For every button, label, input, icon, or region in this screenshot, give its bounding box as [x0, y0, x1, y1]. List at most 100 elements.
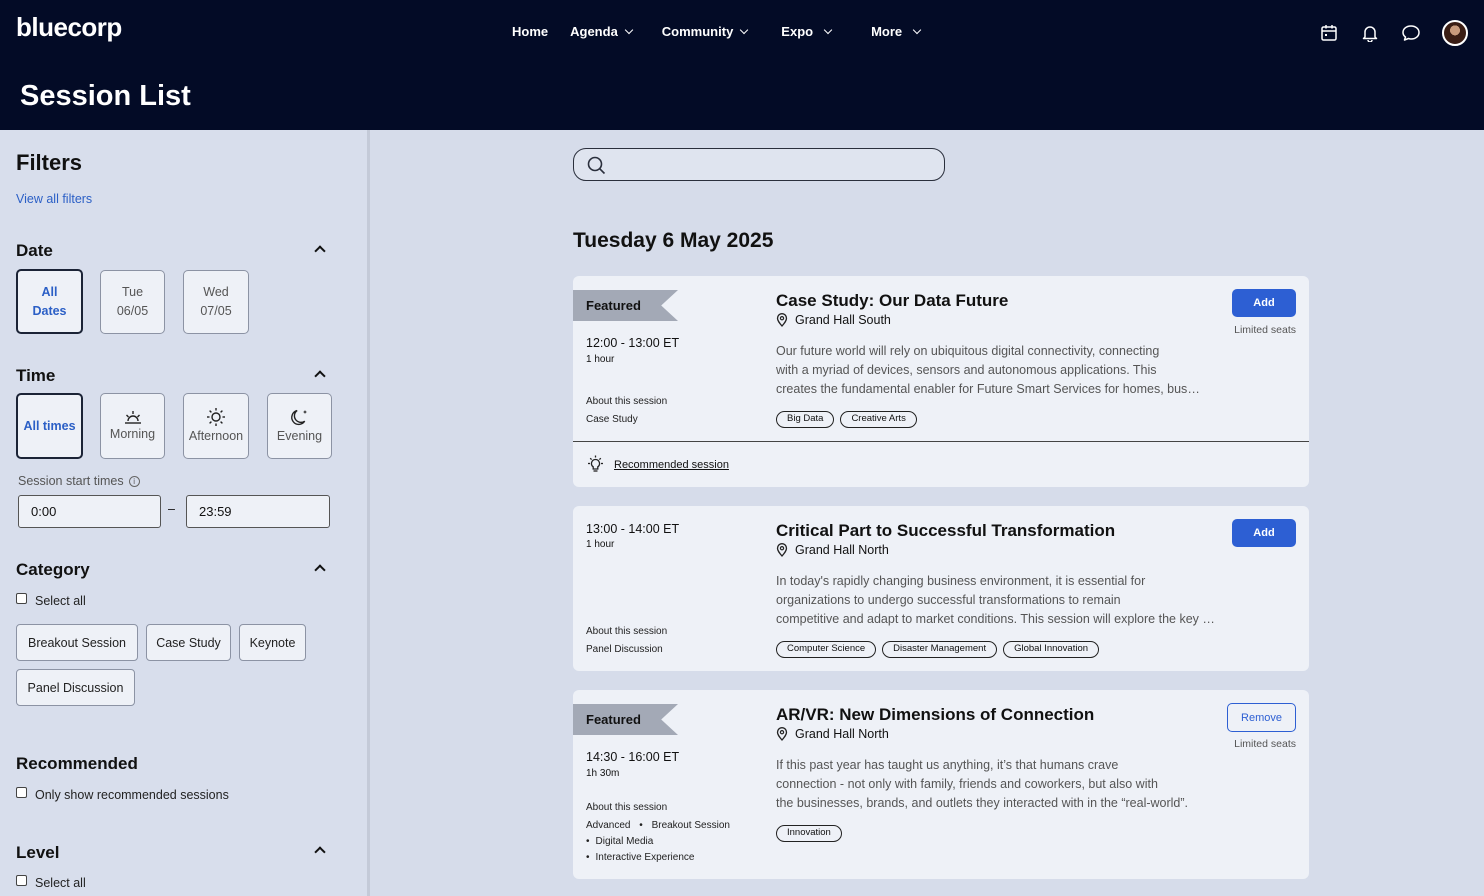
dot-separator: •: [586, 836, 590, 847]
description-line: the businesses, brands, and outlets they…: [776, 796, 1189, 810]
sun-icon: [207, 407, 225, 426]
collapse-time-icon[interactable]: [314, 370, 326, 382]
location-label: Grand Hall South: [795, 313, 891, 327]
time-range-dash: –: [168, 502, 175, 516]
session-time: 12:00 - 13:00 ET: [586, 336, 680, 350]
filters-sidebar: Filters View all filters Date All Dates …: [0, 130, 370, 896]
chat-icon[interactable]: [1398, 20, 1424, 46]
remove-session-button[interactable]: Remove: [1227, 703, 1296, 732]
topic-label: Digital Media: [595, 836, 654, 847]
collapse-level-icon[interactable]: [314, 846, 326, 858]
time-chip-label: Evening: [276, 428, 323, 443]
add-session-button[interactable]: Add: [1232, 289, 1296, 317]
session-level: Advanced: [586, 820, 631, 831]
calendar-icon[interactable]: [1316, 20, 1342, 46]
start-time-from-input[interactable]: 0:00: [18, 495, 161, 528]
session-start-text: Session start times: [18, 474, 124, 488]
recommended-row: Recommended session: [573, 441, 1309, 487]
collapse-date-icon[interactable]: [314, 245, 326, 257]
category-select-all[interactable]: Select all: [16, 592, 86, 608]
session-title[interactable]: Critical Part to Successful Transformati…: [776, 521, 1115, 541]
tag-pill[interactable]: Creative Arts: [840, 411, 917, 428]
session-description: In today's rapidly changing business env…: [776, 572, 1216, 629]
location-label: Grand Hall North: [795, 727, 889, 741]
date-heading: Tuesday 6 May 2025: [573, 229, 774, 252]
logo-text: bluecorp: [16, 12, 122, 42]
session-tags: Innovation: [776, 825, 848, 842]
description-line: competitive and adapt to market conditio…: [776, 612, 1216, 626]
dot-separator: •: [586, 852, 590, 863]
session-title[interactable]: AR/VR: New Dimensions of Connection: [776, 705, 1094, 725]
nav-expo[interactable]: Expo: [781, 24, 833, 39]
chevron-down-icon: [740, 25, 749, 35]
tag-pill[interactable]: Disaster Management: [882, 641, 998, 658]
nav-more[interactable]: More: [871, 24, 922, 39]
collapse-category-icon[interactable]: [314, 564, 326, 576]
nav-agenda[interactable]: Agenda: [570, 24, 634, 39]
select-all-label: Select all: [35, 876, 86, 890]
tag-pill[interactable]: Computer Science: [776, 641, 877, 658]
about-session-label: About this session: [586, 396, 668, 407]
time-chip-evening[interactable]: Evening: [267, 393, 332, 459]
session-time: 14:30 - 16:00 ET: [586, 750, 680, 764]
about-session-label: About this session: [586, 626, 668, 637]
recommended-session-link[interactable]: Recommended session: [614, 459, 729, 471]
time-chip-morning[interactable]: Morning: [100, 393, 165, 459]
session-duration: 1 hour: [586, 539, 615, 550]
nav-home-label: Home: [512, 24, 549, 39]
session-card[interactable]: Featured 12:00 - 13:00 ET 1 hour About t…: [573, 276, 1309, 487]
category-chip-breakout[interactable]: Breakout Session: [16, 624, 138, 661]
recommended-section-title: Recommended: [16, 754, 138, 773]
session-description: Our future world will rely on ubiquitous…: [776, 342, 1216, 399]
tag-pill[interactable]: Global Innovation: [1003, 641, 1100, 658]
session-card[interactable]: Featured 14:30 - 16:00 ET 1h 30m About t…: [573, 690, 1309, 879]
bluecorp-logo[interactable]: bluecorp: [16, 12, 122, 43]
session-tags: Computer Science Disaster Management Glo…: [776, 641, 1105, 658]
time-chip-all[interactable]: All times: [16, 393, 83, 459]
tag-pill[interactable]: Innovation: [776, 825, 842, 842]
date-chip-line2: 06/05: [116, 304, 149, 318]
session-location: Grand Hall South: [776, 313, 891, 327]
category-chip-panel[interactable]: Panel Discussion: [16, 669, 135, 706]
category-chip-keynote[interactable]: Keynote: [239, 624, 306, 661]
level-select-all[interactable]: Select all: [16, 874, 86, 890]
date-chip-tue[interactable]: Tue 06/05: [100, 270, 165, 334]
session-topic: • Digital Media: [586, 836, 653, 847]
location-pin-icon: [776, 313, 788, 327]
description-line: If this past year has taught us anything…: [776, 758, 1119, 772]
view-all-filters-link[interactable]: View all filters: [16, 192, 92, 206]
recommended-only-option[interactable]: Only show recommended sessions: [16, 786, 229, 802]
nav-agenda-label: Agenda: [570, 24, 618, 39]
nav-community[interactable]: Community: [661, 24, 749, 39]
session-location: Grand Hall North: [776, 543, 889, 557]
location-label: Grand Hall North: [795, 543, 889, 557]
add-session-button[interactable]: Add: [1232, 519, 1296, 547]
avatar[interactable]: [1442, 20, 1468, 46]
tag-pill[interactable]: Big Data: [776, 411, 835, 428]
date-chip-line1: Tue: [121, 285, 144, 299]
session-title[interactable]: Case Study: Our Data Future: [776, 291, 1008, 311]
date-chip-line2: Dates: [32, 303, 67, 318]
nav-home[interactable]: Home: [512, 24, 548, 39]
start-time-to-input[interactable]: 23:59: [186, 495, 330, 528]
time-chip-afternoon[interactable]: Afternoon: [183, 393, 249, 459]
session-location: Grand Hall North: [776, 727, 889, 741]
search-input[interactable]: [573, 148, 945, 181]
time-section-title: Time: [16, 366, 56, 385]
date-chip-all[interactable]: All Dates: [16, 269, 83, 334]
checkbox[interactable]: [16, 592, 27, 604]
category-chip-case-study[interactable]: Case Study: [146, 624, 231, 661]
lightbulb-icon: [588, 455, 603, 472]
session-card[interactable]: 13:00 - 14:00 ET 1 hour About this sessi…: [573, 506, 1309, 671]
header-actions: [1301, 20, 1468, 46]
nav-community-label: Community: [661, 24, 734, 39]
session-duration: 1h 30m: [586, 768, 620, 779]
info-icon[interactable]: i: [128, 476, 140, 487]
session-description: If this past year has taught us anything…: [776, 756, 1216, 813]
description-line: creates the fundamental enabler for Futu…: [776, 382, 1202, 396]
bell-icon[interactable]: [1357, 20, 1383, 46]
date-chip-wed[interactable]: Wed 07/05: [183, 270, 249, 334]
checkbox[interactable]: [16, 874, 27, 886]
checkbox[interactable]: [16, 786, 27, 798]
session-tags: Big Data Creative Arts: [776, 411, 923, 428]
